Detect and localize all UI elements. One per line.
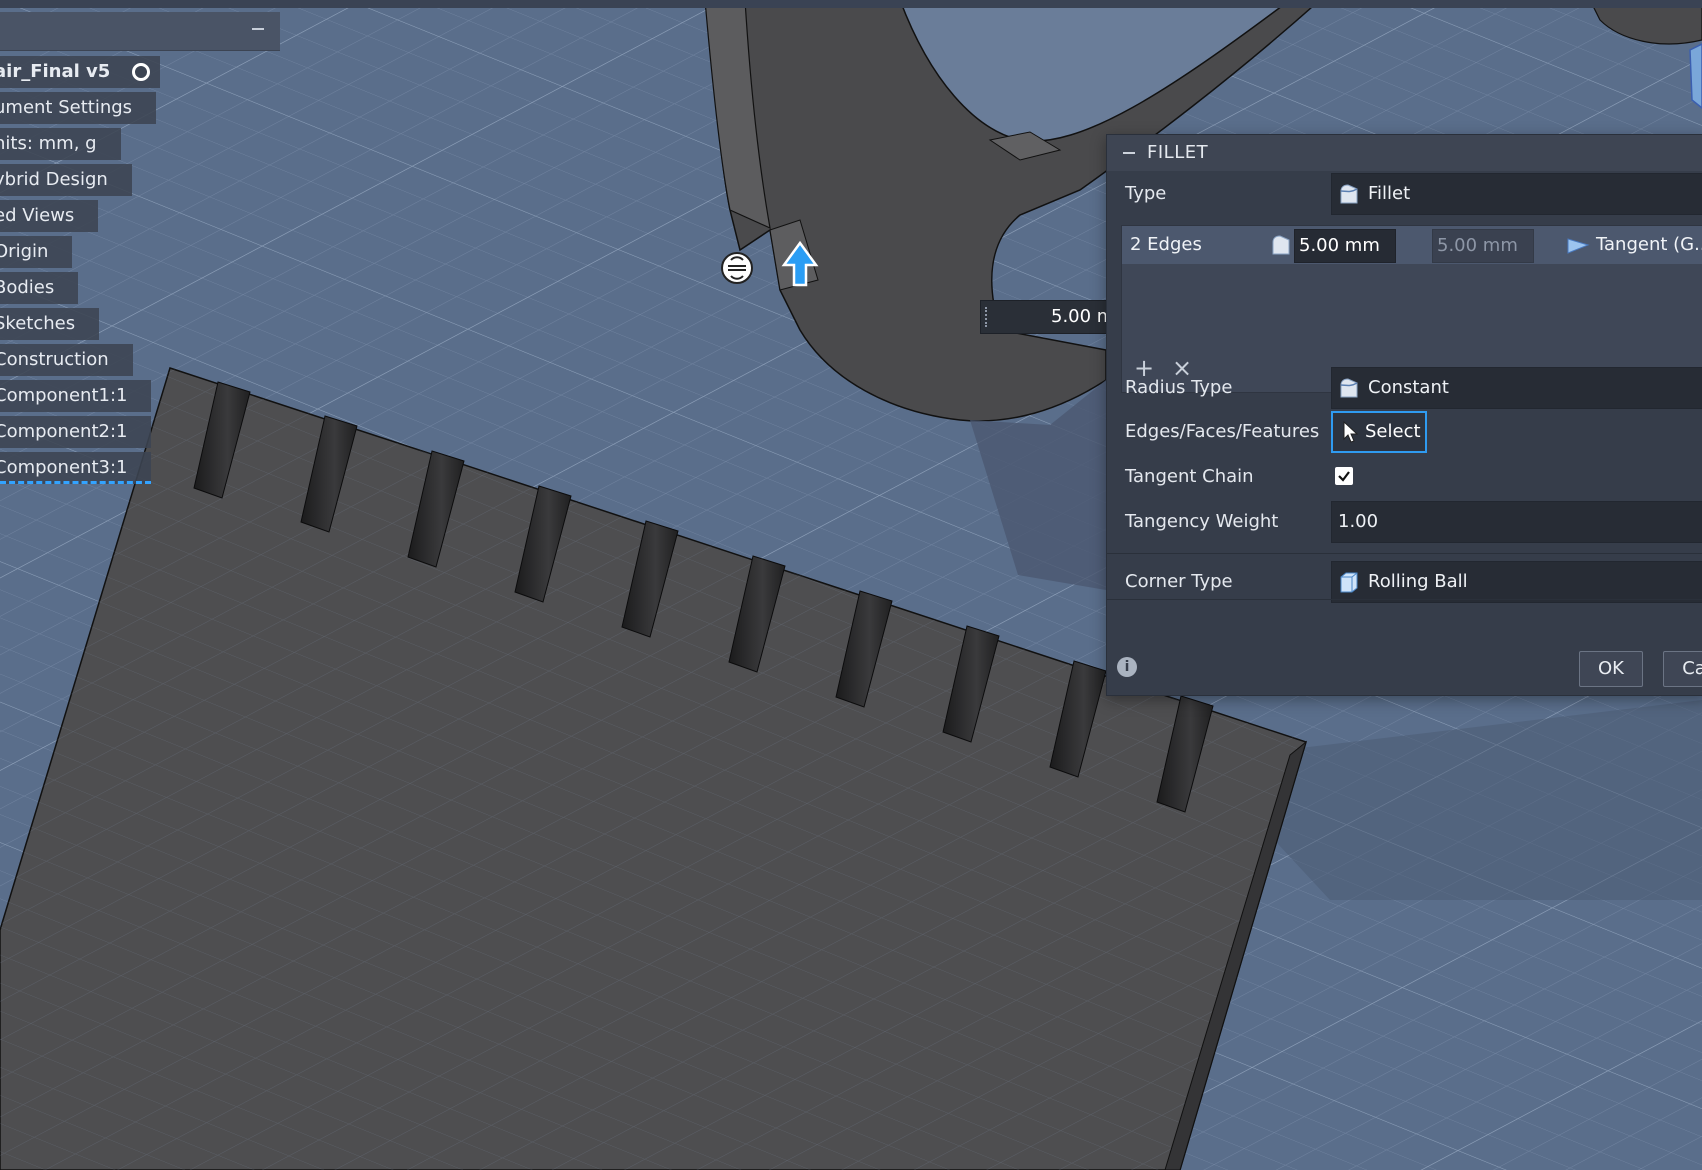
corner-type-dropdown[interactable]: Rolling Ball — [1331, 561, 1702, 603]
browser-root-document[interactable]: air_Final v5 — [0, 56, 161, 88]
type-dropdown[interactable]: Fillet — [1331, 173, 1702, 215]
drag-grip-icon[interactable] — [985, 307, 990, 327]
cursor-arrow-icon — [1343, 421, 1359, 443]
collapse-icon[interactable] — [1123, 152, 1135, 154]
manipulator-rotate-icon[interactable] — [721, 252, 753, 284]
ok-button[interactable]: OK — [1579, 651, 1643, 687]
browser-item-units[interactable]: nits: mm, g — [0, 128, 121, 160]
browser-item-origin[interactable]: Origin — [0, 236, 73, 268]
radius-icon — [1272, 235, 1290, 255]
browser-item-component2[interactable]: Component2:1 — [0, 416, 152, 448]
dialog-title: FILLET — [1147, 142, 1209, 163]
edges-faces-features-label: Edges/Faces/Features — [1125, 421, 1320, 442]
radius-type-label: Radius Type — [1125, 377, 1233, 398]
tangent-chain-label: Tangent Chain — [1125, 466, 1254, 487]
browser-item-label: ed Views — [0, 205, 75, 226]
tangent-continuity-icon — [1567, 238, 1590, 254]
type-value: Fillet — [1368, 183, 1411, 204]
tangency-weight-input[interactable]: 1.00 — [1331, 501, 1702, 543]
browser-item-label: Origin — [0, 241, 49, 262]
browser-item-label: Bodies — [0, 277, 55, 298]
info-icon[interactable]: i — [1117, 657, 1137, 677]
tangency-weight-label: Tangency Weight — [1125, 511, 1279, 532]
select-edges-button[interactable]: Select — [1331, 411, 1427, 453]
edge-set-name: 2 Edges — [1130, 234, 1202, 255]
fillet-dialog: FILLET Type Fillet 2 Edges 5.00 mm 5.00 … — [1106, 134, 1702, 696]
browser-item-named-views[interactable]: ed Views — [0, 200, 99, 232]
tangency-weight-value: 1.00 — [1338, 511, 1379, 532]
continuity-dropdown[interactable]: Tangent (G... — [1596, 226, 1702, 264]
radius-type-dropdown[interactable]: Constant — [1331, 367, 1702, 409]
fillet-type-icon — [1340, 184, 1358, 204]
radius2-input-disabled: 5.00 mm — [1432, 229, 1534, 263]
rolling-ball-icon — [1340, 572, 1358, 593]
browser-item-label: Construction — [0, 349, 109, 370]
dimension-value: 5.00 m — [1051, 306, 1115, 327]
browser-item-label: ument Settings — [0, 97, 133, 118]
title-strip — [0, 0, 1702, 8]
browser-item-label: Component2:1 — [0, 421, 128, 442]
browser-root-label: air_Final v5 — [0, 61, 111, 82]
checkmark-icon — [1338, 471, 1350, 482]
browser-item-bodies[interactable]: Bodies — [0, 272, 79, 304]
dialog-title-bar[interactable]: FILLET — [1107, 135, 1702, 171]
browser-item-label: Component3:1 — [0, 457, 128, 478]
corner-type-value: Rolling Ball — [1368, 571, 1468, 592]
active-document-radio-icon[interactable] — [132, 63, 151, 81]
browser-item-construction[interactable]: Construction — [0, 344, 133, 376]
radius-input[interactable]: 5.00 mm — [1294, 229, 1396, 263]
browser-item-document-settings[interactable]: ument Settings — [0, 92, 157, 124]
edge-set-row[interactable]: 2 Edges 5.00 mm 5.00 mm Tangent (G... — [1122, 226, 1702, 264]
section-divider — [1107, 553, 1702, 554]
browser-item-component1[interactable]: Component1:1 — [0, 380, 152, 412]
browser-item-label: nits: mm, g — [0, 133, 97, 154]
fillet-radius-dimension-input[interactable]: 5.00 m — [980, 300, 1114, 334]
minimize-icon[interactable] — [252, 28, 264, 30]
corner-type-label: Corner Type — [1125, 571, 1233, 592]
browser-item-label: Component1:1 — [0, 385, 128, 406]
tangent-chain-checkbox[interactable] — [1335, 467, 1353, 485]
radius-type-value: Constant — [1368, 377, 1449, 398]
type-label: Type — [1125, 183, 1167, 204]
browser-item-label: ybrid Design — [0, 169, 108, 190]
browser-item-sketches[interactable]: Sketches — [0, 308, 100, 340]
cancel-button[interactable]: Ca — [1663, 651, 1702, 687]
constant-radius-icon — [1340, 378, 1358, 398]
viewcube-icon[interactable] — [1689, 43, 1702, 109]
browser-item-component3[interactable]: Component3:1 — [0, 452, 152, 484]
footer-divider — [1107, 599, 1702, 600]
browser-header[interactable] — [0, 12, 280, 51]
browser-item-design-type[interactable]: ybrid Design — [0, 164, 132, 196]
select-button-label: Select — [1365, 421, 1421, 442]
browser-item-label: Sketches — [0, 313, 76, 334]
